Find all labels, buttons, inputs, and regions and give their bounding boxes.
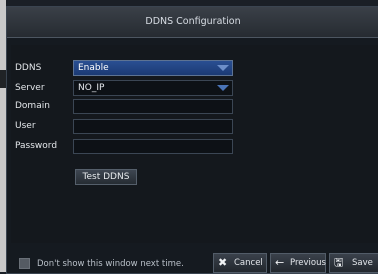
previous-label: Previous [290,258,326,268]
user-label: User [15,121,36,131]
domain-field[interactable] [73,99,233,114]
ddns-label: DDNS [15,63,42,73]
arrow-left-icon: ← [275,256,285,269]
save-label: Save [352,258,373,268]
footer-bar: Don't show this window next time. ✖ Canc… [7,253,378,273]
server-select[interactable]: NO_IP [73,80,233,96]
titlebar: DDNS Configuration [7,7,378,38]
ddns-value: Enable [78,63,109,73]
server-value: NO_IP [78,83,105,93]
password-label: Password [15,141,58,151]
ddns-config-window: DDNS Configuration DDNS Enable Server NO… [6,6,378,274]
chevron-down-icon [217,65,229,71]
ddns-select[interactable]: Enable [73,60,233,76]
chevron-down-icon [217,85,229,91]
window-title: DDNS Configuration [145,16,241,27]
dont-show-label: Don't show this window next time. [37,259,184,269]
cancel-label: Cancel [234,258,263,268]
form-panel: DDNS Enable Server NO_IP Domain User Pas… [11,45,378,243]
test-ddns-button[interactable]: Test DDNS [75,169,137,185]
cancel-button[interactable]: ✖ Cancel [213,253,267,273]
domain-label: Domain [15,101,50,111]
dont-show-checkbox[interactable] [19,258,30,269]
previous-button[interactable]: ← Previous [270,253,326,273]
close-icon: ✖ [218,256,228,269]
server-label: Server [15,83,45,93]
user-field[interactable] [73,119,233,134]
floppy-disk-icon: 🖫 [334,256,344,269]
save-button[interactable]: 🖫 Save [329,253,378,273]
password-field[interactable] [73,139,233,154]
